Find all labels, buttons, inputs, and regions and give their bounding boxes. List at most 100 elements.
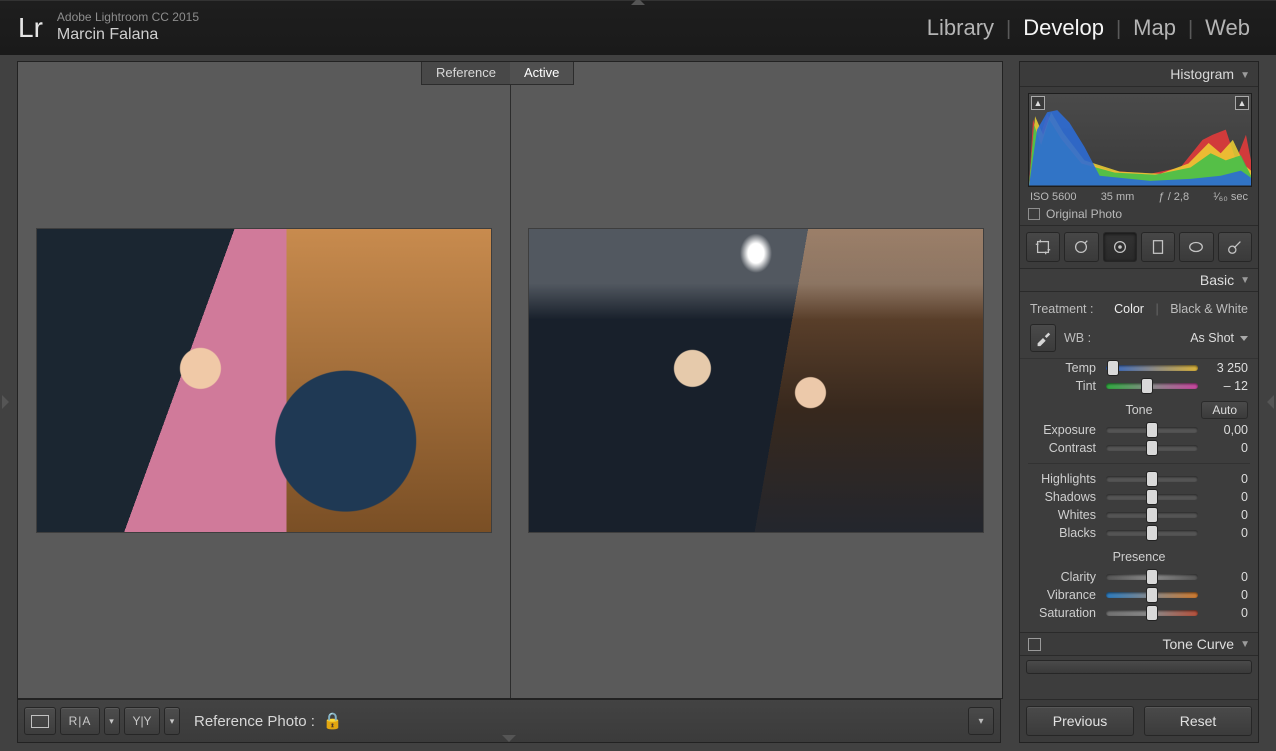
active-pane[interactable]: Active [510, 62, 1002, 698]
slider-value[interactable]: – 12 [1208, 379, 1248, 393]
toolbar-menu-icon[interactable]: ▾ [968, 707, 994, 735]
slider-track[interactable] [1106, 592, 1198, 598]
slider-knob-icon[interactable] [1147, 423, 1157, 437]
slider-saturation[interactable]: Saturation 0 [1020, 604, 1258, 622]
reference-pane[interactable]: Reference [18, 62, 510, 698]
redeye-tool-icon[interactable] [1103, 232, 1137, 262]
slider-track[interactable] [1106, 445, 1198, 451]
wb-dropper-tool-icon[interactable] [1030, 324, 1056, 352]
basic-header[interactable]: Basic ▼ [1020, 269, 1258, 292]
crop-tool-icon[interactable] [1026, 232, 1060, 262]
histogram-title: Histogram [1170, 66, 1234, 82]
reference-photo[interactable] [37, 229, 491, 532]
slider-knob-icon[interactable] [1147, 606, 1157, 620]
treatment-label: Treatment : [1030, 302, 1093, 316]
histogram-svg-icon [1029, 104, 1251, 186]
slider-blacks[interactable]: Blacks 0 [1020, 524, 1258, 542]
slider-tint[interactable]: Tint – 12 [1020, 377, 1258, 395]
loupe-view-button[interactable] [24, 707, 56, 735]
slider-label: Clarity [1030, 570, 1096, 584]
slider-track[interactable] [1106, 494, 1198, 500]
spot-removal-tool-icon[interactable] [1064, 232, 1098, 262]
before-after-yy-menu-icon[interactable]: ▾ [164, 707, 180, 735]
meta-shutter: ¹⁄₆₀ sec [1213, 191, 1248, 203]
slider-vibrance[interactable]: Vibrance 0 [1020, 586, 1258, 604]
graduated-filter-tool-icon[interactable] [1141, 232, 1175, 262]
module-picker: Library | Develop | Map | Web [921, 15, 1256, 41]
slider-track[interactable] [1106, 365, 1198, 371]
slider-value[interactable]: 0 [1208, 588, 1248, 602]
slider-value[interactable]: 0 [1208, 472, 1248, 486]
original-photo-toggle[interactable]: Original Photo [1028, 207, 1250, 221]
slider-knob-icon[interactable] [1147, 472, 1157, 486]
user-name: Marcin Falana [57, 26, 199, 44]
slider-knob-icon[interactable] [1147, 526, 1157, 540]
treatment-bw[interactable]: Black & White [1170, 302, 1248, 316]
slider-value[interactable]: 3 250 [1208, 361, 1248, 375]
slider-track[interactable] [1106, 610, 1198, 616]
slider-track[interactable] [1106, 512, 1198, 518]
right-panel-toggle-icon[interactable] [1266, 395, 1274, 409]
slider-temp[interactable]: Temp 3 250 [1020, 359, 1258, 377]
module-map[interactable]: Map [1127, 15, 1182, 41]
reference-view-ra-button[interactable]: R|A [60, 707, 100, 735]
slider-knob-icon[interactable] [1147, 588, 1157, 602]
filmstrip-toggle-icon[interactable] [502, 735, 516, 742]
slider-track[interactable] [1106, 574, 1198, 580]
reset-button[interactable]: Reset [1144, 706, 1252, 736]
develop-toolstrip [1020, 226, 1258, 269]
slider-knob-icon[interactable] [1147, 441, 1157, 455]
slider-exposure[interactable]: Exposure 0,00 [1020, 421, 1258, 439]
slider-label: Blacks [1030, 526, 1096, 540]
module-develop[interactable]: Develop [1017, 15, 1110, 41]
separator [1028, 463, 1250, 464]
module-library[interactable]: Library [921, 15, 1000, 41]
adjustment-brush-tool-icon[interactable] [1218, 232, 1252, 262]
slider-value[interactable]: 0 [1208, 490, 1248, 504]
radial-filter-tool-icon[interactable] [1179, 232, 1213, 262]
slider-knob-icon[interactable] [1147, 490, 1157, 504]
treatment-color[interactable]: Color [1114, 302, 1144, 316]
reference-tag: Reference [421, 62, 510, 85]
histogram-graph[interactable]: ▲ ▲ [1028, 93, 1252, 187]
chevron-down-icon: ▼ [1240, 70, 1250, 81]
chevron-down-icon: ▼ [1240, 639, 1250, 650]
right-panel: Histogram ▼ ▲ ▲ ISO 5600 35 mm ƒ / 2,8 ¹… [1019, 61, 1259, 743]
slider-value[interactable]: 0 [1208, 508, 1248, 522]
left-panel-toggle-icon[interactable] [2, 395, 10, 409]
slider-track[interactable] [1106, 476, 1198, 482]
slider-knob-icon[interactable] [1147, 570, 1157, 584]
tone-curve-header[interactable]: Tone Curve ▼ [1020, 633, 1258, 656]
slider-track[interactable] [1106, 383, 1198, 389]
histogram-header[interactable]: Histogram ▼ [1020, 62, 1258, 87]
previous-button[interactable]: Previous [1026, 706, 1134, 736]
reference-view-ra-menu-icon[interactable]: ▾ [104, 707, 120, 735]
module-separator: | [1182, 18, 1199, 41]
slider-value[interactable]: 0,00 [1208, 423, 1248, 437]
slider-value[interactable]: 0 [1208, 526, 1248, 540]
panel-switch-icon[interactable] [1028, 638, 1041, 651]
slider-track[interactable] [1106, 530, 1198, 536]
slider-value[interactable]: 0 [1208, 606, 1248, 620]
slider-knob-icon[interactable] [1108, 361, 1118, 375]
slider-track[interactable] [1106, 427, 1198, 433]
top-panel-toggle-icon[interactable] [627, 0, 649, 8]
active-photo[interactable] [529, 229, 983, 532]
checkbox-icon[interactable] [1028, 208, 1040, 220]
slider-whites[interactable]: Whites 0 [1020, 506, 1258, 524]
wb-preset-dropdown[interactable]: As Shot [1190, 331, 1248, 345]
slider-value[interactable]: 0 [1208, 441, 1248, 455]
slider-knob-icon[interactable] [1147, 508, 1157, 522]
slider-knob-icon[interactable] [1142, 379, 1152, 393]
identity-plate: Lr Adobe Lightroom CC 2015 Marcin Falana [0, 11, 199, 44]
slider-highlights[interactable]: Highlights 0 [1020, 470, 1258, 488]
slider-contrast[interactable]: Contrast 0 [1020, 439, 1258, 457]
slider-shadows[interactable]: Shadows 0 [1020, 488, 1258, 506]
lock-icon[interactable]: 🔒 [323, 711, 343, 731]
module-web[interactable]: Web [1199, 15, 1256, 41]
auto-tone-button[interactable]: Auto [1201, 401, 1248, 419]
slider-clarity[interactable]: Clarity 0 [1020, 568, 1258, 586]
before-after-yy-button[interactable]: Y|Y [124, 707, 160, 735]
slider-value[interactable]: 0 [1208, 570, 1248, 584]
basic-panel: Treatment : Color | Black & White WB : A… [1020, 292, 1258, 633]
